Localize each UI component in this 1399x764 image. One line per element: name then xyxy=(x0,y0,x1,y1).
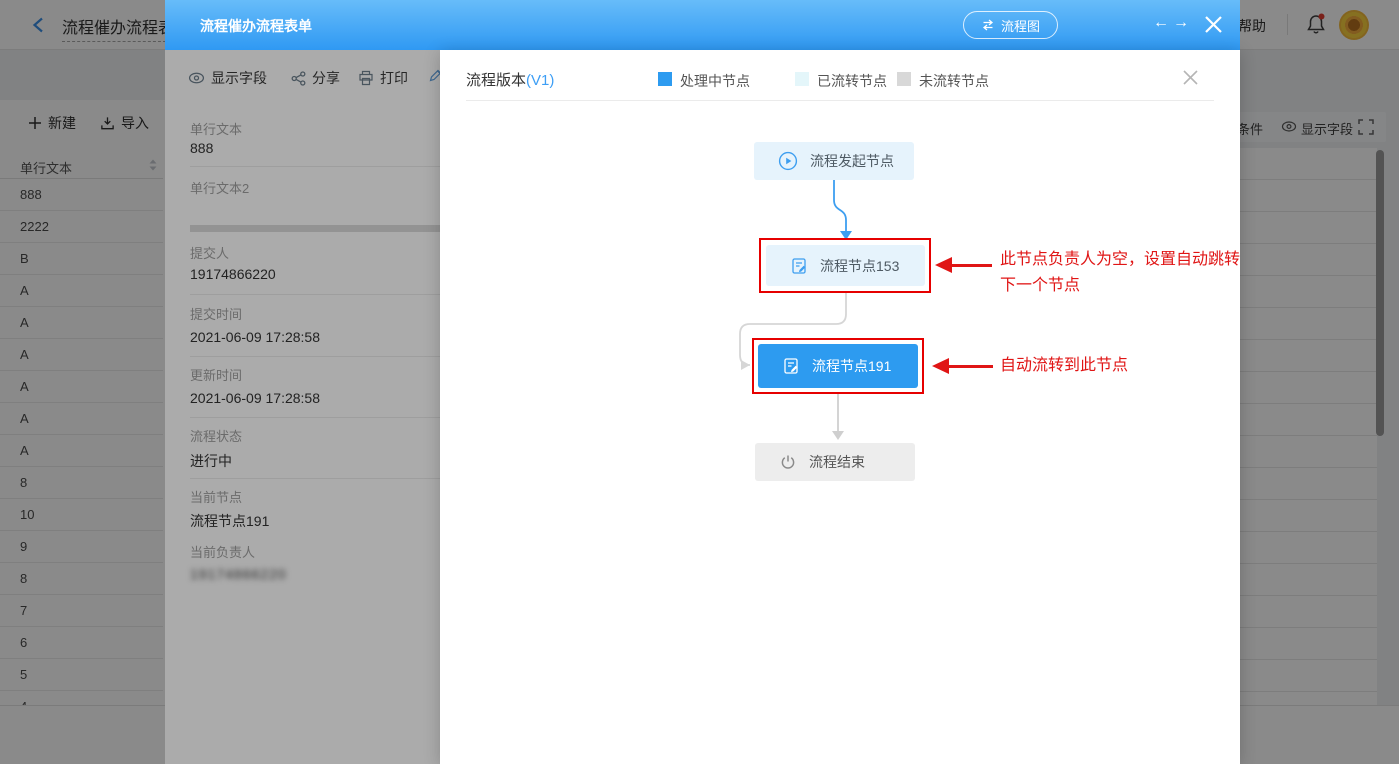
flowchart-button-label: 流程图 xyxy=(1001,16,1040,35)
document-edit-icon xyxy=(790,257,808,275)
annotation-text: 此节点负责人为空，设置自动跳转 下一个节点 xyxy=(1000,247,1240,299)
play-icon xyxy=(778,151,798,171)
annotation-arrowhead xyxy=(932,358,949,374)
annotation-line xyxy=(949,365,993,368)
flow-panel: 流程版本(V1) 处理中节点 已流转节点 未流转节点 流程发起节点 流程节点15… xyxy=(440,50,1240,764)
flow-node-start: 流程发起节点 xyxy=(754,142,914,180)
flow-swap-icon xyxy=(981,18,995,32)
flow-node-label: 流程节点191 xyxy=(812,356,891,376)
prev-record-arrow[interactable]: ← xyxy=(1153,14,1169,32)
modal-title: 流程催办流程表单 xyxy=(200,16,312,36)
next-record-arrow[interactable]: → xyxy=(1173,14,1189,32)
annotation-text: 自动流转到此节点 xyxy=(1000,355,1128,377)
flow-node-label: 流程发起节点 xyxy=(810,151,894,171)
annotation-line-2: 下一个节点 xyxy=(1000,273,1240,299)
flowchart-button[interactable]: 流程图 xyxy=(963,11,1058,39)
annotation-line-1: 此节点负责人为空，设置自动跳转 xyxy=(1000,247,1240,273)
detail-modal-header: 流程催办流程表单 流程图 ← → xyxy=(165,0,1240,50)
flow-node-end: 流程结束 xyxy=(755,443,915,481)
annotation-arrowhead xyxy=(935,257,952,273)
annotation-line xyxy=(952,264,992,267)
flow-node-153: 流程节点153 xyxy=(766,245,925,286)
flow-node-label: 流程节点153 xyxy=(820,256,899,276)
flow-node-191: 流程节点191 xyxy=(758,344,918,388)
screen: 流程催办流程表单 帮助 新建 导入 单行文本 888 22 xyxy=(0,0,1399,764)
close-icon[interactable] xyxy=(1203,14,1224,35)
flow-node-label: 流程结束 xyxy=(809,452,865,472)
power-icon xyxy=(779,453,797,471)
document-edit-icon xyxy=(782,357,800,375)
